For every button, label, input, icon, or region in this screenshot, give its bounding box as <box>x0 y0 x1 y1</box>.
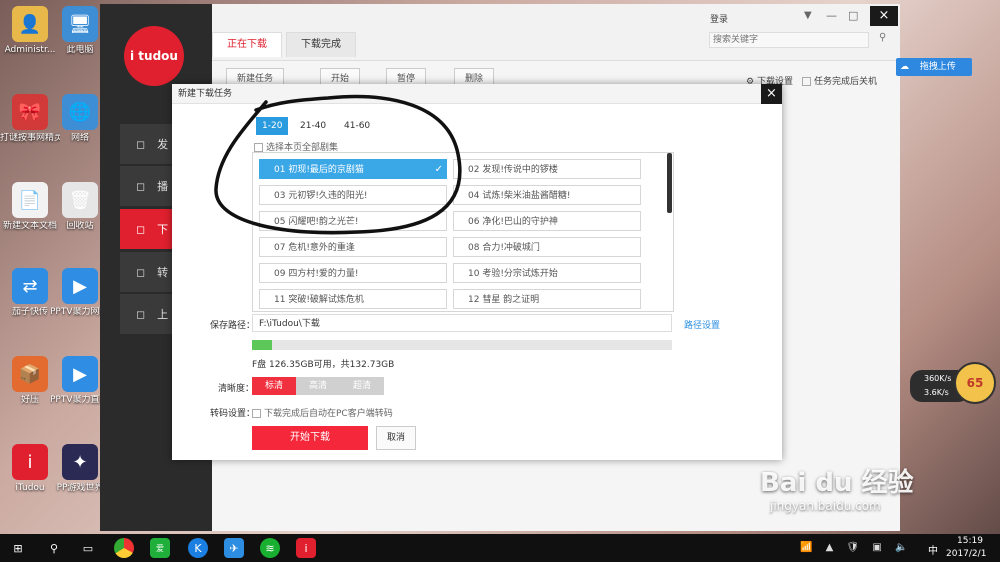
desktop-app-icon: ▶ <box>62 356 98 392</box>
path-settings-link[interactable]: 路径设置 <box>684 318 720 331</box>
clock-time[interactable]: 15:19 <box>957 536 983 546</box>
shutdown-after-checkbox[interactable]: 任务完成后关机 <box>802 74 877 87</box>
start-download-button[interactable]: 开始下载 <box>252 426 368 450</box>
cloud-icon: ☁ <box>900 62 909 72</box>
episode-item[interactable]: 11 突破!破解试炼危机 <box>259 289 447 309</box>
upload-speed: 360K/s <box>924 374 952 383</box>
speed-widget[interactable]: 360K/s 3.6K/s 65 <box>910 352 998 404</box>
search-input[interactable] <box>709 32 869 48</box>
desktop-app-icon: 📄 <box>12 182 48 218</box>
range-tab[interactable]: 41-60 <box>338 117 376 135</box>
episode-label: 04 试炼!柴米油盐酱醋糖! <box>468 191 571 201</box>
quality-option[interactable]: 超清 <box>340 377 384 395</box>
episode-label: 02 发现!传说中的锣楼 <box>468 165 558 175</box>
transcode-checkbox[interactable]: 下载完成后自动在PC客户端转码 <box>252 406 393 419</box>
disk-info: F盘 126.35GB可用，共132.73GB <box>252 360 395 370</box>
hand-drawn-annotation <box>214 94 462 235</box>
episode-item[interactable]: 02 发现!传说中的锣楼 <box>453 159 641 179</box>
window-close-button[interactable]: × <box>870 6 898 26</box>
download-speed: 3.6K/s <box>924 388 949 397</box>
kugou-icon[interactable]: K <box>188 538 208 558</box>
sidebar-item-label: 播 <box>157 180 169 193</box>
quality-option[interactable]: 标清 <box>252 377 296 395</box>
episode-item[interactable]: 10 考验!分宗试炼开始 <box>453 263 641 283</box>
watermark-url: jingyan.baidu.com <box>770 499 881 513</box>
desktop-app-icon: 📦 <box>12 356 48 392</box>
logo-text: i tudou <box>130 49 178 63</box>
episode-item[interactable]: 12 彗星 韵之证明 <box>453 289 641 309</box>
desktop-app-icon: 🌐 <box>62 94 98 130</box>
transcode-label: 转码设置： <box>210 409 256 419</box>
episode-label: 12 彗星 韵之证明 <box>468 295 540 305</box>
sidebar-icon: ◻ <box>136 137 146 151</box>
range-tab[interactable]: 21-40 <box>294 117 332 135</box>
itudou-logo: i tudou <box>124 26 184 86</box>
top-bar: 登录 ▼ — □ × ⚲ 正在下载 下载完成 <box>212 4 900 61</box>
menu-icon[interactable]: ▼ <box>804 10 812 21</box>
tab-downloading[interactable]: 正在下载 <box>212 32 282 57</box>
save-path-input[interactable]: F:\iTudou\下载 <box>252 314 672 332</box>
sidebar-icon: ◻ <box>136 222 146 236</box>
desktop-app-icon: ⇄ <box>12 268 48 304</box>
cancel-button[interactable]: 取消 <box>376 426 416 450</box>
search-icon[interactable]: ⚲ <box>44 538 64 558</box>
itudou-taskbar-icon[interactable]: i <box>296 538 316 558</box>
episode-item[interactable]: 08 合力!冲破城门 <box>453 237 641 257</box>
sidebar-icon: ◻ <box>136 179 146 193</box>
dialog-close-button[interactable]: × <box>761 84 782 104</box>
drag-upload-button[interactable]: ☁ 拖拽上传 <box>896 58 972 76</box>
chrome-icon[interactable] <box>114 538 134 558</box>
sidebar-icon: ◻ <box>136 265 146 279</box>
sidebar-item-label: 上 <box>157 308 169 321</box>
episode-label: 08 合力!冲破城门 <box>468 243 540 253</box>
taskbar: ⊞ ⚲ ▭ 爱 K ✈ ≋ i 📶 ▲ 🛡 ▣ 🔈 中 15:19 2017/2… <box>0 534 1000 562</box>
sidebar-item-label: 转 <box>157 266 169 279</box>
episode-item[interactable]: 04 试炼!柴米油盐酱醋糖! <box>453 185 641 205</box>
sidebar-item-label: 发 <box>157 138 169 151</box>
disk-usage-bar <box>252 340 672 350</box>
wifi-app-icon[interactable]: ≋ <box>260 538 280 558</box>
login-link[interactable]: 登录 <box>710 12 728 25</box>
range-tab[interactable]: 1-20 <box>256 117 289 135</box>
minimize-icon[interactable]: — <box>826 9 837 22</box>
disk-usage-fill <box>252 340 272 350</box>
bird-app-icon[interactable]: ✈ <box>224 538 244 558</box>
desktop-app-icon: 👤 <box>12 6 48 42</box>
episode-label: 10 考验!分宗试炼开始 <box>468 269 558 279</box>
desktop-app-icon: 🗑 <box>62 182 98 218</box>
watermark-logo: Bai du 经验 <box>760 468 914 498</box>
maximize-icon[interactable]: □ <box>848 9 858 22</box>
desktop-app-icon: ▶ <box>62 268 98 304</box>
desktop-app-icon: i <box>12 444 48 480</box>
search-icon[interactable]: ⚲ <box>879 32 886 43</box>
desktop-app-icon: 🎀 <box>12 94 48 130</box>
sidebar-item-label: 下 <box>157 223 169 236</box>
episode-label: 09 四方村!爱的力量! <box>274 269 359 279</box>
task-view-icon[interactable]: ▭ <box>78 538 98 558</box>
tab-completed[interactable]: 下载完成 <box>286 32 356 57</box>
quality-option[interactable]: 高清 <box>296 377 340 395</box>
watermark: Bai du 经验 jingyan.baidu.com <box>760 462 990 513</box>
iqiyi-icon[interactable]: 爱 <box>150 538 170 558</box>
tray-icons[interactable]: 📶 ▲ 🛡 ▣ 🔈 <box>800 542 912 553</box>
episode-label: 11 突破!破解试炼危机 <box>274 295 364 305</box>
speed-ball: 65 <box>954 362 996 404</box>
episode-scrollbar[interactable] <box>667 153 672 213</box>
windows-start-icon[interactable]: ⊞ <box>8 538 28 558</box>
episode-item[interactable]: 09 四方村!爱的力量! <box>259 263 447 283</box>
desktop-app-icon: ✦ <box>62 444 98 480</box>
sidebar-icon: ◻ <box>136 307 146 321</box>
episode-label: 07 危机!意外的重逢 <box>274 243 355 253</box>
ime-indicator[interactable]: 中 <box>928 542 938 557</box>
clock-date[interactable]: 2017/2/1 <box>946 549 986 559</box>
new-download-dialog: 新建下载任务 × 选择本页全部剧集 01 初现!最后的京剧猫 ✓ 02 发现!传说中… <box>172 84 782 460</box>
save-path-label: 保存路径： <box>210 321 256 331</box>
quality-label: 清晰度： <box>218 384 255 394</box>
desktop-app-icon: 🖥 <box>62 6 98 42</box>
episode-label: 06 净化!巴山的守护神 <box>468 217 558 227</box>
episode-item[interactable]: 06 净化!巴山的守护神 <box>453 211 641 231</box>
